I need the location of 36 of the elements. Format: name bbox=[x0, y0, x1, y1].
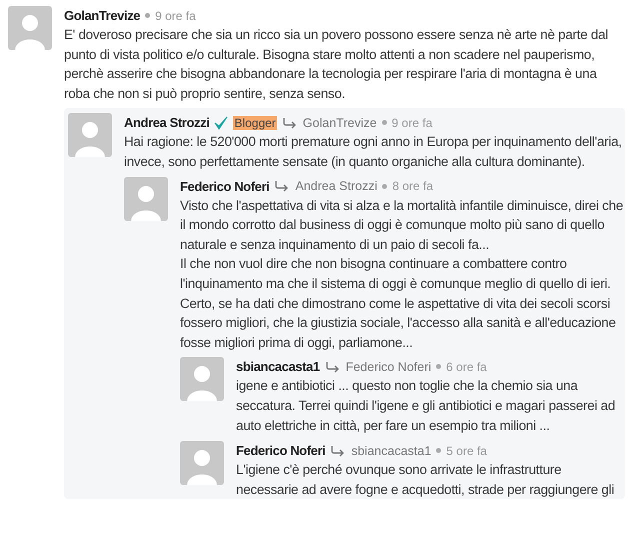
author-name[interactable]: Federico Noferi bbox=[236, 443, 326, 458]
avatar-icon bbox=[180, 357, 224, 402]
reply-to-name[interactable]: Andrea Strozzi bbox=[295, 179, 378, 194]
comment-text: L'igiene c'è perché ovunque sono arrivate le infrastrutture necessarie ad avere fogne e acquedotti, strade per raggiungere gli bbox=[236, 461, 616, 499]
comment-time[interactable]: 8 ore fa bbox=[392, 179, 434, 194]
avatar-icon bbox=[68, 113, 112, 158]
role-badge: Blogger bbox=[233, 116, 277, 130]
comment-text: E' doveroso precisare che sia un ricco sia un povero possono essere senza nè arte nè parte dal punto di vista politico e/o culturale. Bisogna stare molto attenti a non scadere nel pauperismo, perchè asserire che bisogna abbandonare la tecnologia per respirare l'aria di montagna è una roba che non si può proprio sentire, senza senso. bbox=[64, 26, 610, 103]
reply-to-name[interactable]: GolanTrevize bbox=[302, 116, 377, 130]
comment-text: Certo, se ha dati che dimostrano come le aspettative di vita dei secoli scorsi fossero migliori, che la giustizia sociale, l'accesso alla sanità e all'educazione fosse migliori prima di oggi, parliamone... bbox=[180, 294, 617, 352]
reply-arrow-icon bbox=[274, 180, 290, 192]
comment-text: igene e antibiotici ... questo non toglie che la chemio sia una seccatura. Terrei quindi l'igene e gli antibiotici e magari passerei ad auto elettriche in città, per fare un esempio tra milioni ... bbox=[236, 377, 616, 435]
reply-arrow-icon bbox=[324, 360, 341, 373]
reply-to-name[interactable]: sbiancacasta1 bbox=[351, 444, 432, 458]
comment-time[interactable]: 9 ore fa bbox=[155, 8, 196, 22]
reply-arrow-icon bbox=[330, 444, 346, 457]
separator-dot bbox=[436, 364, 442, 370]
reply-arrow-icon bbox=[282, 116, 298, 129]
comment-text: Visto che l'aspettativa di vita si alza e la mortalità infantile diminuisce, direi che il mondo corrotto dal business di oggi è comunque molto più sano di quello naturale e senza inquinamento di un paio di secoli fa... bbox=[180, 196, 624, 254]
separator-dot bbox=[382, 120, 387, 126]
comment-time[interactable]: 6 ore fa bbox=[446, 360, 487, 374]
comment-text: Hai ragione: le 520'000 morti premature ogni anno in Europa per inquinamento dell'aria, invece, sono perfettamente sensate (in quanto organiche alla cultura dominante). bbox=[124, 133, 623, 171]
separator-dot bbox=[145, 13, 150, 18]
author-name[interactable]: Andrea Strozzi bbox=[124, 115, 210, 130]
author-name[interactable]: GolanTrevize bbox=[64, 8, 140, 23]
avatar-icon bbox=[8, 6, 52, 50]
comment-text: Il che non vuol dire che non bisogna continuare a combattere contro l'inquinamento ma che il sistema di oggi è comunque meglio di quello di ieri. bbox=[180, 255, 612, 293]
reply-to-name[interactable]: Federico Noferi bbox=[346, 360, 432, 374]
author-name[interactable]: Federico Noferi bbox=[180, 178, 270, 194]
separator-dot bbox=[436, 448, 442, 454]
avatar-icon bbox=[124, 176, 168, 221]
avatar-icon bbox=[180, 441, 224, 486]
comment-time[interactable]: 9 ore fa bbox=[392, 116, 432, 130]
separator-dot bbox=[382, 184, 388, 189]
author-name[interactable]: sbiancacasta1 bbox=[236, 359, 320, 374]
comment-time[interactable]: 5 ore fa bbox=[446, 444, 487, 458]
